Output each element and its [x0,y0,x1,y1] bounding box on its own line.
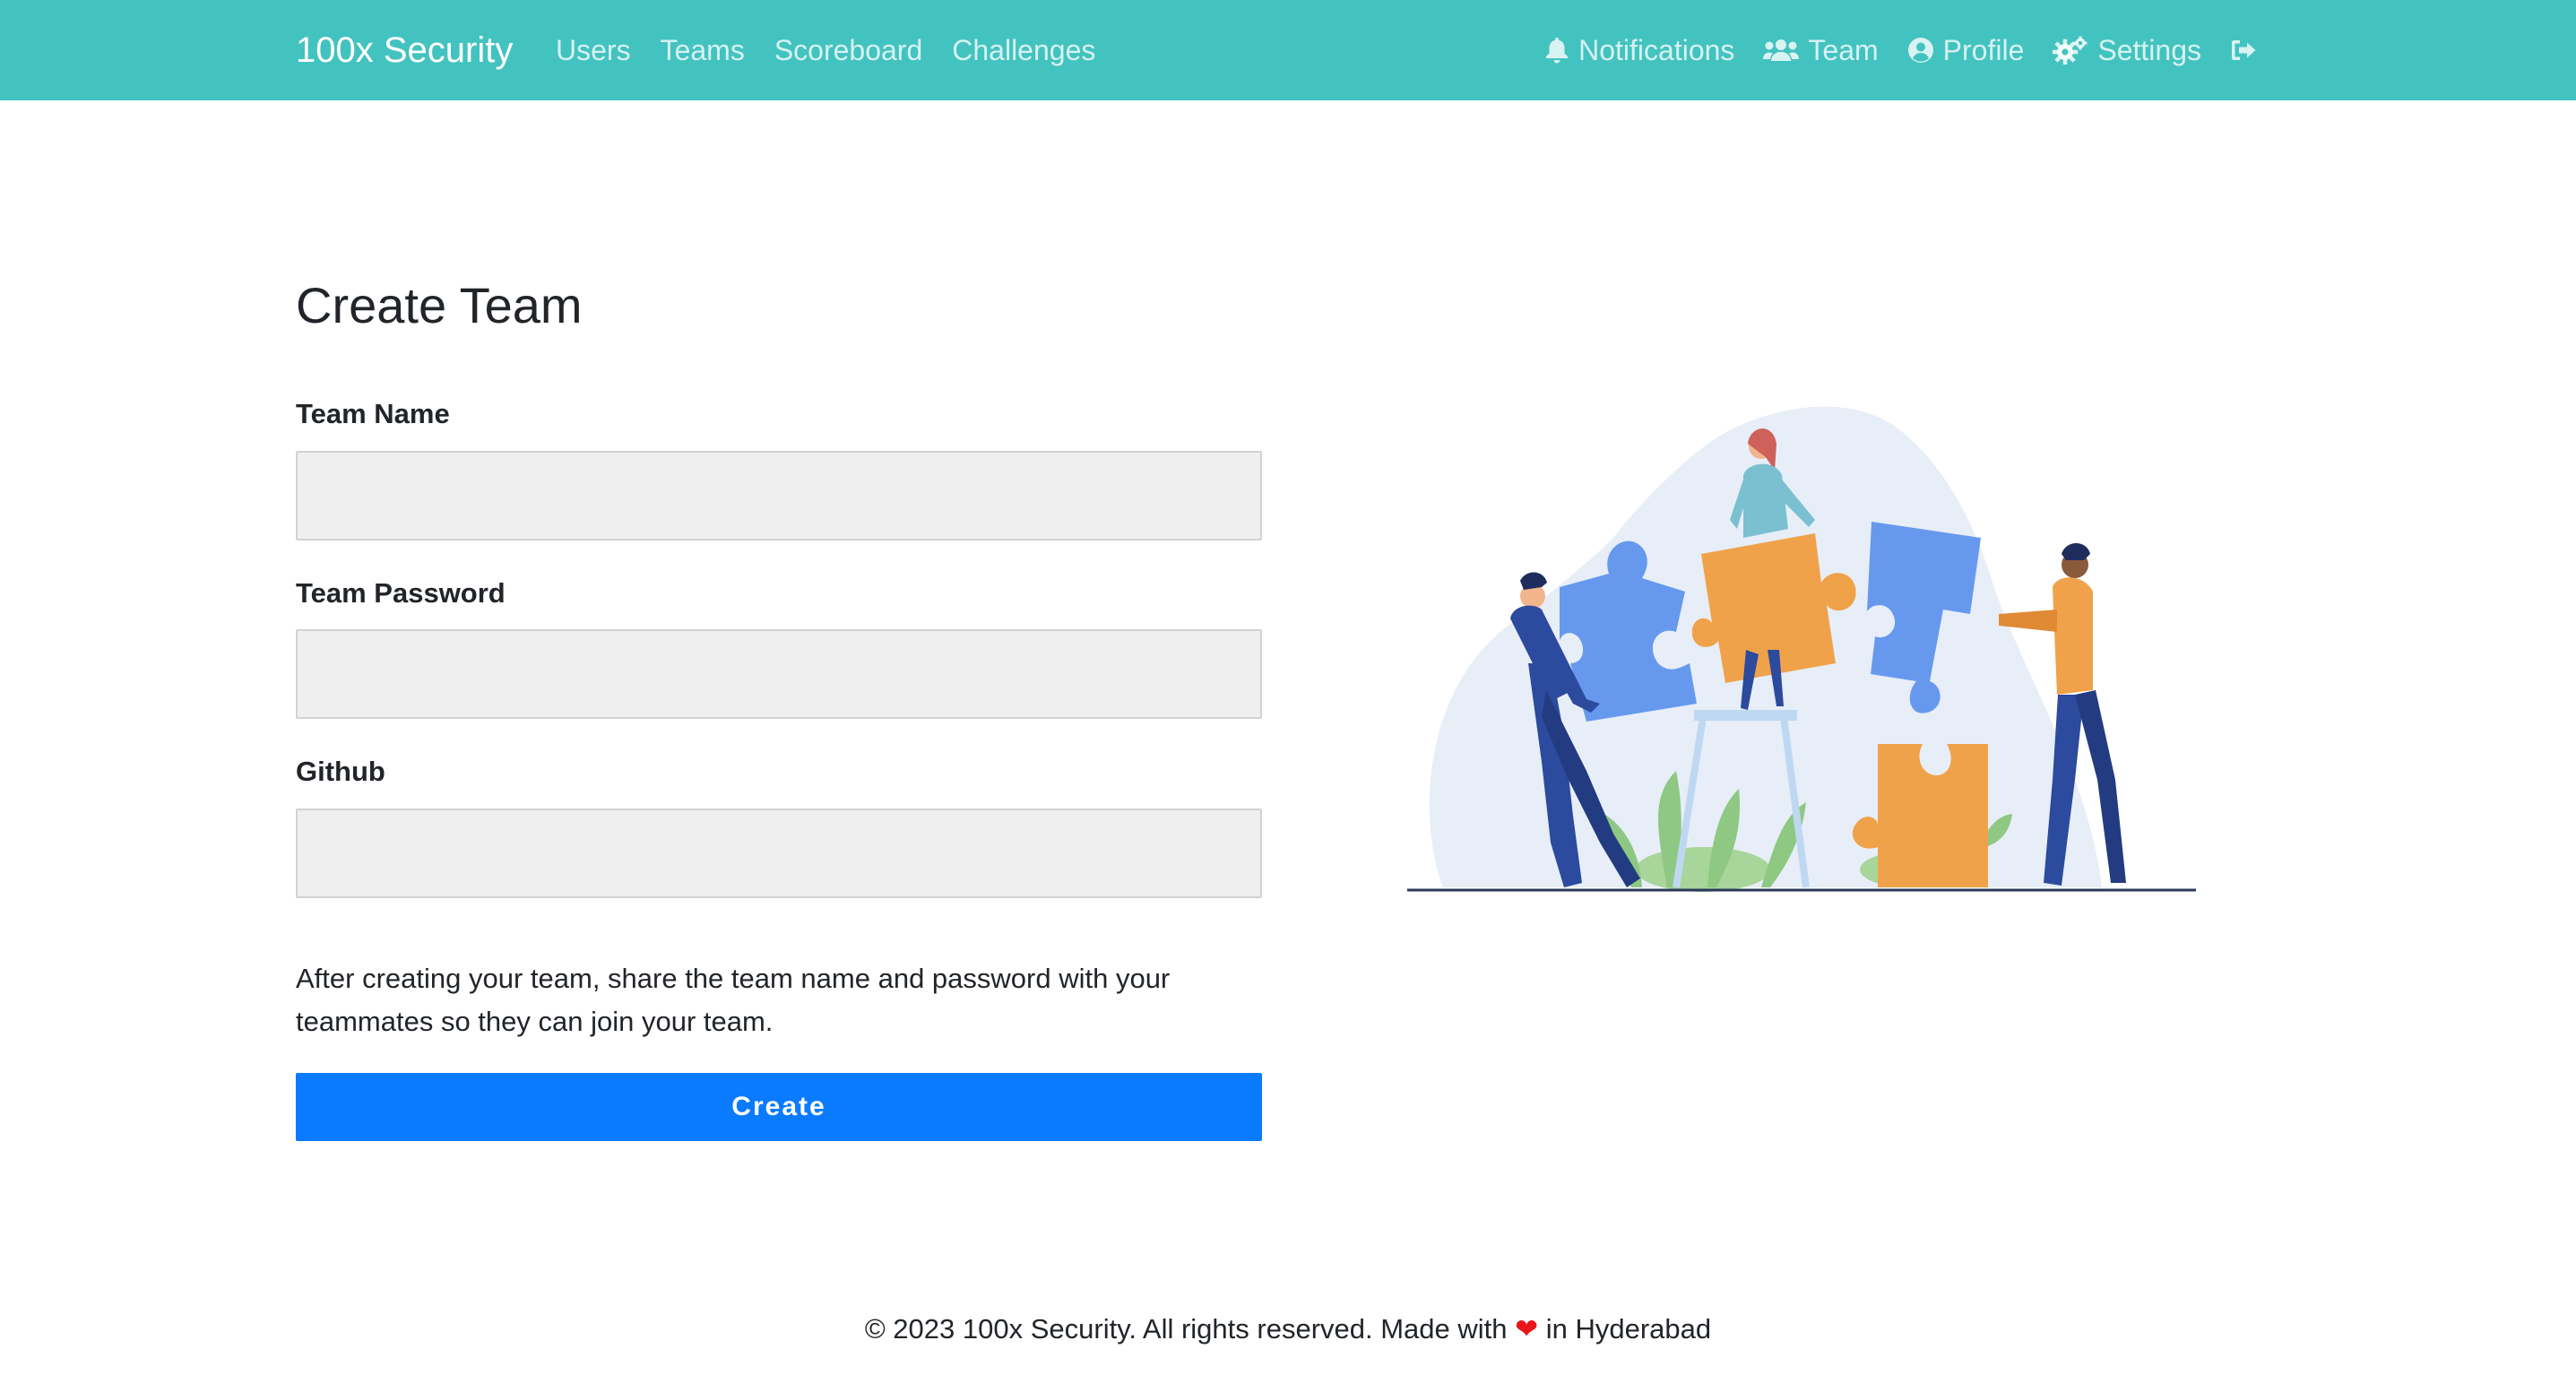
user-circle-icon [1907,37,1943,64]
cogs-icon [2053,36,2097,65]
github-label: Github [296,756,385,787]
team-name-input[interactable] [296,451,1262,540]
nav-users-link[interactable]: Users [556,0,631,100]
users-icon [1763,38,1808,63]
footer-location: in Hyderabad [1545,1313,1712,1345]
create-button[interactable]: Create [296,1073,1262,1141]
nav-profile-link[interactable]: Profile [1907,0,2025,100]
team-name-label: Team Name [296,398,450,429]
nav-team-label: Team [1808,34,1879,66]
logout-button[interactable] [2230,0,2266,100]
page-title: Create Team [296,277,583,333]
heart-icon: ❤ [1515,1313,1539,1345]
nav-notifications-label: Notifications [1578,34,1735,66]
team-puzzle-illustration [1407,406,2196,892]
nav-left-links: Users Teams Scoreboard Challenges [556,0,1125,100]
nav-team-link[interactable]: Team [1763,0,1879,100]
nav-challenges-link[interactable]: Challenges [952,0,1095,100]
team-password-label: Team Password [296,577,506,609]
github-input[interactable] [296,809,1262,898]
nav-settings-link[interactable]: Settings [2053,0,2201,100]
nav-notifications-link[interactable]: Notifications [1544,0,1734,100]
nav-teams-link[interactable]: Teams [661,0,745,100]
top-navbar: 100x Security Users Teams Scoreboard Cha… [0,0,2576,100]
bell-icon [1544,37,1578,64]
footer-copyright: © 2023 100x Security. All rights reserve… [864,1313,1508,1345]
nav-scoreboard-link[interactable]: Scoreboard [774,0,922,100]
footer: © 2023 100x Security. All rights reserve… [0,1313,2576,1345]
sign-out-icon [2230,38,2266,63]
nav-right-links: Notifications Team Profile Settings [1516,0,2266,100]
nav-profile-label: Profile [1942,34,2025,66]
nav-settings-label: Settings [2097,34,2201,66]
share-info-text: After creating your team, share the team… [296,963,1171,1037]
brand-logo[interactable]: 100x Security [296,0,513,100]
team-password-input[interactable] [296,629,1262,719]
